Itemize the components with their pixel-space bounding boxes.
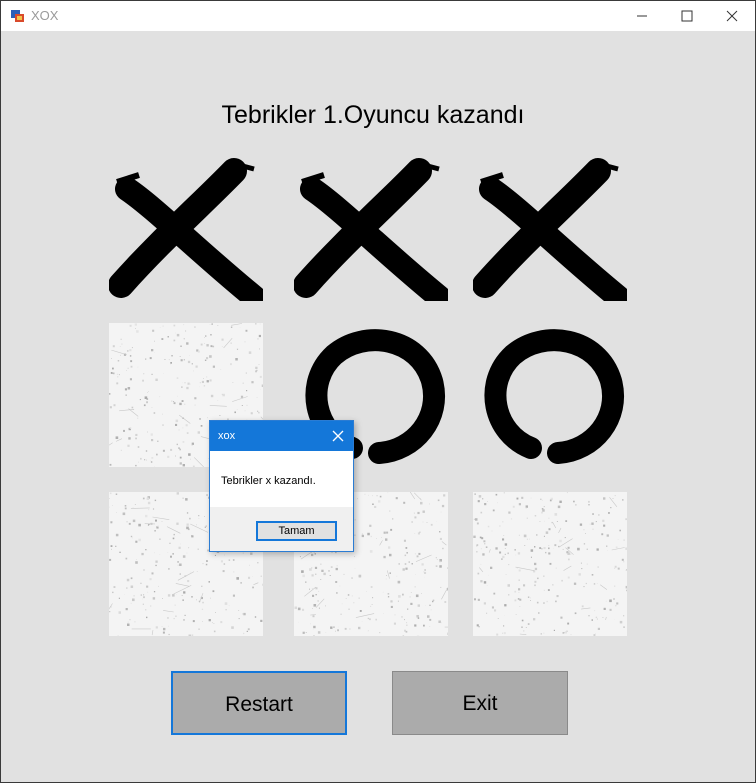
dialog-body: Tebrikler x kazandı. (210, 451, 353, 507)
close-icon (726, 10, 738, 22)
o-mark-icon (484, 329, 624, 464)
title-bar[interactable]: XOX (1, 1, 755, 31)
dialog-title: xox (218, 430, 236, 442)
empty-texture (473, 492, 627, 636)
board-cell-1-2[interactable] (473, 323, 627, 467)
exit-button[interactable]: Exit (392, 671, 568, 735)
minimize-icon (637, 15, 647, 17)
x-mark-icon (473, 158, 627, 301)
window-title: XOX (31, 8, 59, 23)
dialog-close-icon[interactable] (329, 427, 347, 445)
message-dialog: xox Tebrikler x kazandı. Tamam (209, 420, 354, 552)
dialog-ok-button[interactable]: Tamam (256, 521, 337, 541)
game-window: XOX Tebrikler 1.Oyuncu kazandı Restart E… (0, 0, 756, 783)
maximize-button[interactable] (664, 1, 710, 31)
restart-button[interactable]: Restart (171, 671, 347, 735)
close-button[interactable] (709, 1, 755, 31)
minimize-button[interactable] (619, 1, 665, 31)
app-icon (11, 10, 24, 22)
dialog-message: Tebrikler x kazandı. (221, 475, 316, 487)
x-mark-icon (109, 158, 263, 301)
board-cell-0-2[interactable] (473, 157, 627, 301)
maximize-icon (681, 10, 693, 22)
board-cell-2-2[interactable] (473, 492, 627, 636)
x-mark-icon (294, 158, 448, 301)
board-cell-0-1[interactable] (294, 157, 448, 301)
result-heading: Tebrikler 1.Oyuncu kazandı (221, 101, 525, 129)
dialog-title-bar[interactable]: xox (210, 421, 353, 451)
board-cell-0-0[interactable] (109, 157, 263, 301)
